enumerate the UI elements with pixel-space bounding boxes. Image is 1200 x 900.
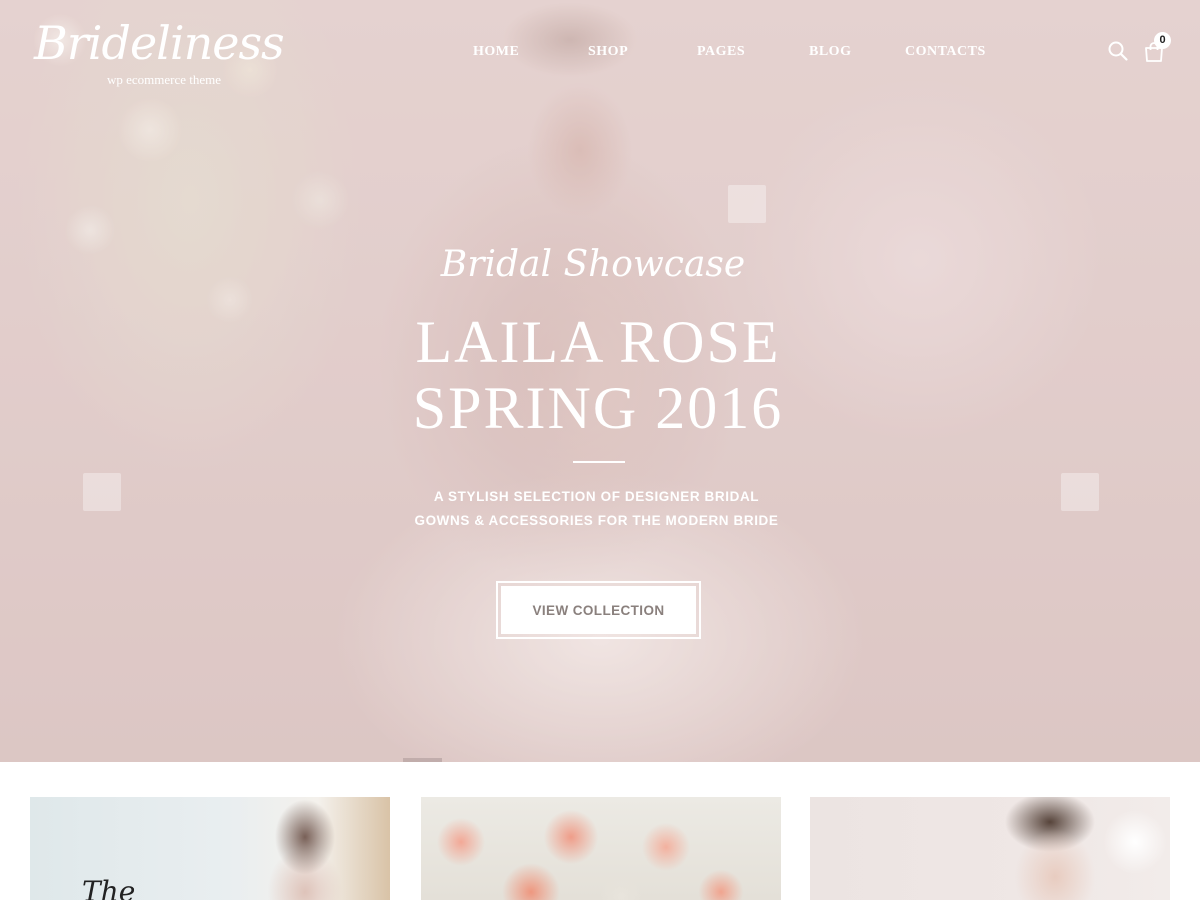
- hero-description-line2: GOWNS & ACCESSORIES FOR THE MODERN BRIDE: [414, 513, 779, 528]
- promo-card-bride-accessory[interactable]: [810, 797, 1170, 900]
- promo-card-text: The: [82, 875, 136, 900]
- hero-description-line1: A STYLISH SELECTION OF DESIGNER BRIDAL: [433, 489, 760, 504]
- search-icon[interactable]: [1107, 40, 1129, 62]
- hero-script-heading: Bridal Showcase: [440, 244, 746, 285]
- hero-banner: Brideliness wp ecommerce theme HOME SHOP…: [0, 0, 1200, 762]
- promo-card-roses[interactable]: [421, 797, 781, 900]
- view-collection-button[interactable]: VIEW COLLECTION: [496, 581, 701, 639]
- logo-tagline: wp ecommerce theme: [107, 72, 222, 87]
- nav-item-pages[interactable]: PAGES: [697, 44, 745, 60]
- cart-count-badge: 0: [1154, 32, 1171, 49]
- hero-title-line2: SPRING 2016: [412, 375, 784, 441]
- nav-item-blog[interactable]: BLOG: [809, 44, 851, 60]
- hero-title-line1: LAILA ROSE: [415, 309, 781, 375]
- main-nav: HOME SHOP PAGES BLOG CONTACTS: [0, 44, 1200, 64]
- nav-item-contacts[interactable]: CONTACTS: [905, 44, 986, 60]
- view-collection-label: VIEW COLLECTION: [501, 586, 696, 634]
- hero-divider: [573, 461, 625, 463]
- slider-indicator[interactable]: [403, 758, 442, 762]
- promo-card-bride-portrait[interactable]: The: [30, 797, 390, 900]
- watermark-mark: [728, 185, 766, 223]
- nav-item-shop[interactable]: SHOP: [588, 44, 628, 60]
- nav-item-home[interactable]: HOME: [473, 44, 519, 60]
